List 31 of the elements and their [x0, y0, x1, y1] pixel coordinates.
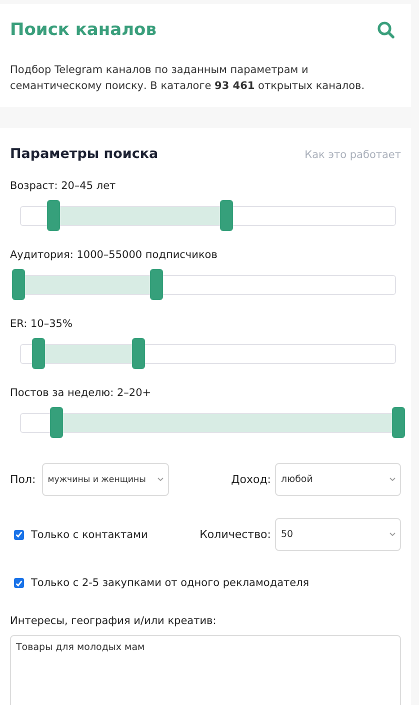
interests-field[interactable]: Товары для молодых мам: [10, 635, 401, 705]
slider-thumb[interactable]: [47, 200, 60, 231]
chevron-icon: [156, 477, 164, 482]
section-title: Параметры поиска: [10, 146, 158, 162]
checkbox-label[interactable]: Только с 2-5 закупками от одного рекламодателя: [31, 577, 310, 589]
checkbox-label[interactable]: Только с контактами: [31, 528, 148, 540]
description: Подбор Telegram каналов по заданным параметрам и семантическому поиску. В каталоге 93 461 открытых каналов.: [10, 63, 366, 94]
chevron-icon: [389, 477, 396, 482]
income-label: Доход:: [231, 473, 271, 486]
count-label: Количество:: [200, 528, 271, 541]
slider-label: Постов за неделю: 2–20+: [10, 387, 152, 400]
slider-label: Возраст: 20–45 лет: [10, 180, 117, 193]
slider-thumb[interactable]: [32, 338, 46, 369]
interests-label: Интересы, география и/или креатив:: [10, 615, 218, 627]
gender-label: Пол:: [10, 473, 36, 486]
slider-label: ER: 10–35%: [10, 318, 74, 331]
checkbox[interactable]: [14, 578, 24, 588]
slider-thumb[interactable]: [132, 338, 146, 369]
slider-thumb[interactable]: [392, 407, 405, 438]
count-select[interactable]: 50: [275, 518, 401, 551]
slider-thumb[interactable]: [50, 407, 64, 438]
income-select[interactable]: любой: [275, 463, 401, 496]
page-title: Поиск каналов: [10, 20, 156, 40]
chevron-icon: [389, 532, 396, 537]
slider-thumb[interactable]: [220, 200, 233, 231]
gender-select[interactable]: мужчины и женщины: [42, 463, 169, 496]
search-icon[interactable]: [377, 21, 395, 39]
slider-thumb[interactable]: [150, 269, 163, 300]
slider-label: Аудитория: 1000–55000 подписчиков: [10, 249, 218, 262]
slider-thumb[interactable]: [12, 269, 25, 300]
checkbox[interactable]: [14, 530, 24, 540]
